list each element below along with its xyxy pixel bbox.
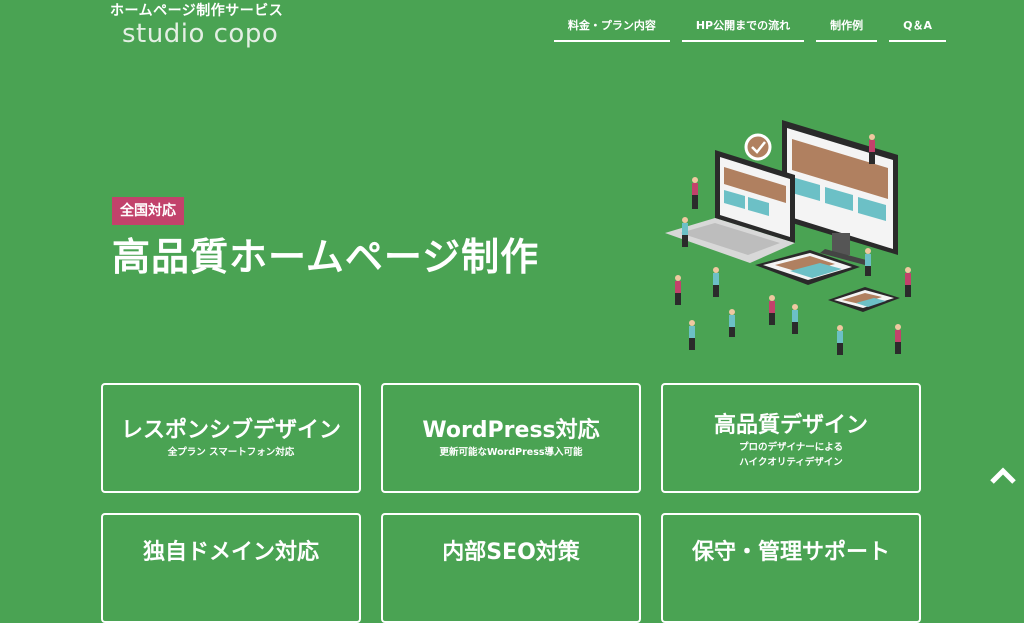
devices-people-illustration xyxy=(665,120,911,355)
feature-card-design: 高品質デザイン プロのデザイナーによる ハイクオリティデザイン xyxy=(661,383,921,493)
feature-title: 独自ドメイン対応 xyxy=(142,540,319,565)
site-logo[interactable]: ホームページ制作サービス studio copo xyxy=(110,2,283,48)
logo-brand-name: studio copo xyxy=(122,19,279,49)
feature-card-wordpress: WordPress対応 更新可能なWordPress導入可能 xyxy=(381,383,641,493)
feature-subtitle: 全プラン スマートフォン対応 xyxy=(167,446,295,458)
logo-tagline: ホームページ制作サービス xyxy=(110,3,284,19)
feature-title: 保守・管理サポート xyxy=(691,540,890,565)
monitor-graphic xyxy=(782,120,898,265)
nav-item-faq[interactable]: Q＆A xyxy=(889,18,946,42)
feature-subtitle: プロのデザイナーによる ハイクオリティデザイン xyxy=(738,442,844,468)
feature-card-responsive: レスポンシブデザイン 全プラン スマートフォン対応 xyxy=(101,383,361,493)
phone-graphic xyxy=(828,287,900,312)
feature-title: 内部SEO対策 xyxy=(442,540,580,565)
feature-title: WordPress対応 xyxy=(422,417,600,443)
nationwide-badge: 全国対応 xyxy=(112,197,184,225)
feature-subtitle: 更新可能なWordPress導入可能 xyxy=(439,446,583,458)
feature-title: レスポンシブデザイン xyxy=(120,417,341,443)
feature-card-seo: 内部SEO対策 xyxy=(381,513,641,623)
nav-item-flow[interactable]: HP公開までの流れ xyxy=(681,18,805,42)
main-nav: 料金・プラン内容 HP公開までの流れ 制作例 Q＆A xyxy=(542,18,946,42)
check-circle-icon xyxy=(744,133,772,161)
chevron-up-icon[interactable] xyxy=(988,462,1018,488)
nav-item-works[interactable]: 制作例 xyxy=(816,18,878,42)
nav-item-pricing[interactable]: 料金・プラン内容 xyxy=(553,18,670,42)
feature-card-support: 保守・管理サポート xyxy=(661,513,921,623)
hero-title: 高品質ホームページ制作 xyxy=(112,235,540,279)
feature-card-domain: 独自ドメイン対応 xyxy=(101,513,361,623)
feature-title: 高品質デザイン xyxy=(713,413,868,438)
